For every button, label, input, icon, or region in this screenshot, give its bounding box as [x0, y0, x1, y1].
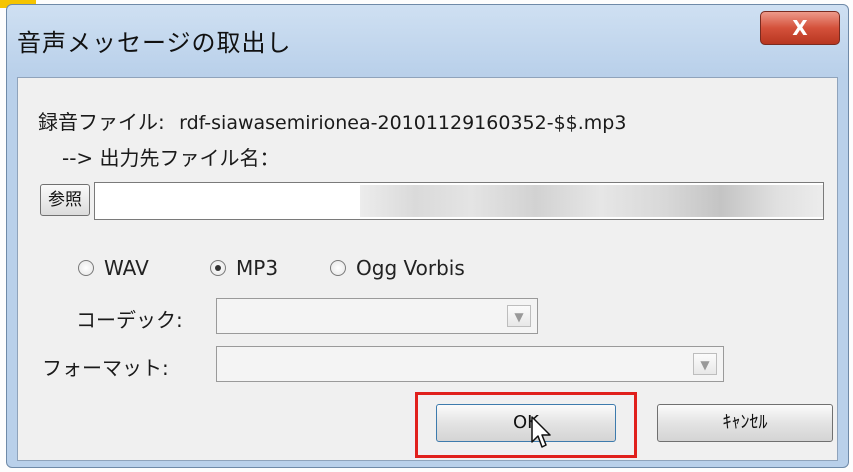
recording-file-row: 録音ファイル: rdf-siawasemirionea-201011291603… — [38, 106, 626, 135]
recording-file-label: 録音ファイル: — [38, 110, 165, 134]
dialog-body: 録音ファイル: rdf-siawasemirionea-201011291603… — [17, 77, 838, 461]
radio-wav-label: WAV — [104, 256, 149, 280]
recording-file-name: rdf-siawasemirionea-20101129160352-$$.mp… — [179, 112, 627, 134]
radio-wav[interactable]: WAV — [78, 256, 149, 280]
dialog-title: 音声メッセージの取出し — [17, 29, 292, 57]
radio-ogg-label: Ogg Vorbis — [356, 256, 465, 280]
redacted-path-area — [360, 185, 823, 217]
cancel-button[interactable]: ｷｬﾝｾﾙ — [657, 404, 833, 442]
mouse-pointer-icon — [531, 416, 551, 448]
close-icon: X — [792, 16, 808, 40]
radio-wav-dot[interactable] — [78, 260, 94, 276]
codec-label: コーデック: — [76, 308, 183, 332]
output-path-input[interactable] — [94, 182, 824, 220]
browse-button[interactable]: 参照 — [40, 184, 90, 216]
codec-select[interactable]: ▼ — [216, 298, 538, 334]
radio-ogg[interactable]: Ogg Vorbis — [330, 256, 465, 280]
dialog-window: 音声メッセージの取出し X 録音ファイル: rdf-siawasemirione… — [6, 4, 849, 468]
format-label: フォーマット: — [42, 356, 169, 380]
radio-mp3-dot[interactable] — [210, 260, 226, 276]
chevron-down-icon[interactable]: ▼ — [507, 305, 531, 327]
output-file-label: --> 出力先ファイル名： — [62, 146, 280, 170]
radio-mp3[interactable]: MP3 — [210, 256, 278, 280]
title-bar: 音声メッセージの取出し X — [7, 5, 848, 75]
close-button[interactable]: X — [760, 11, 840, 45]
radio-ogg-dot[interactable] — [330, 260, 346, 276]
chevron-down-icon[interactable]: ▼ — [693, 353, 717, 375]
ok-button[interactable]: OK — [436, 404, 616, 442]
radio-mp3-label: MP3 — [236, 256, 279, 280]
format-select[interactable]: ▼ — [216, 346, 724, 382]
